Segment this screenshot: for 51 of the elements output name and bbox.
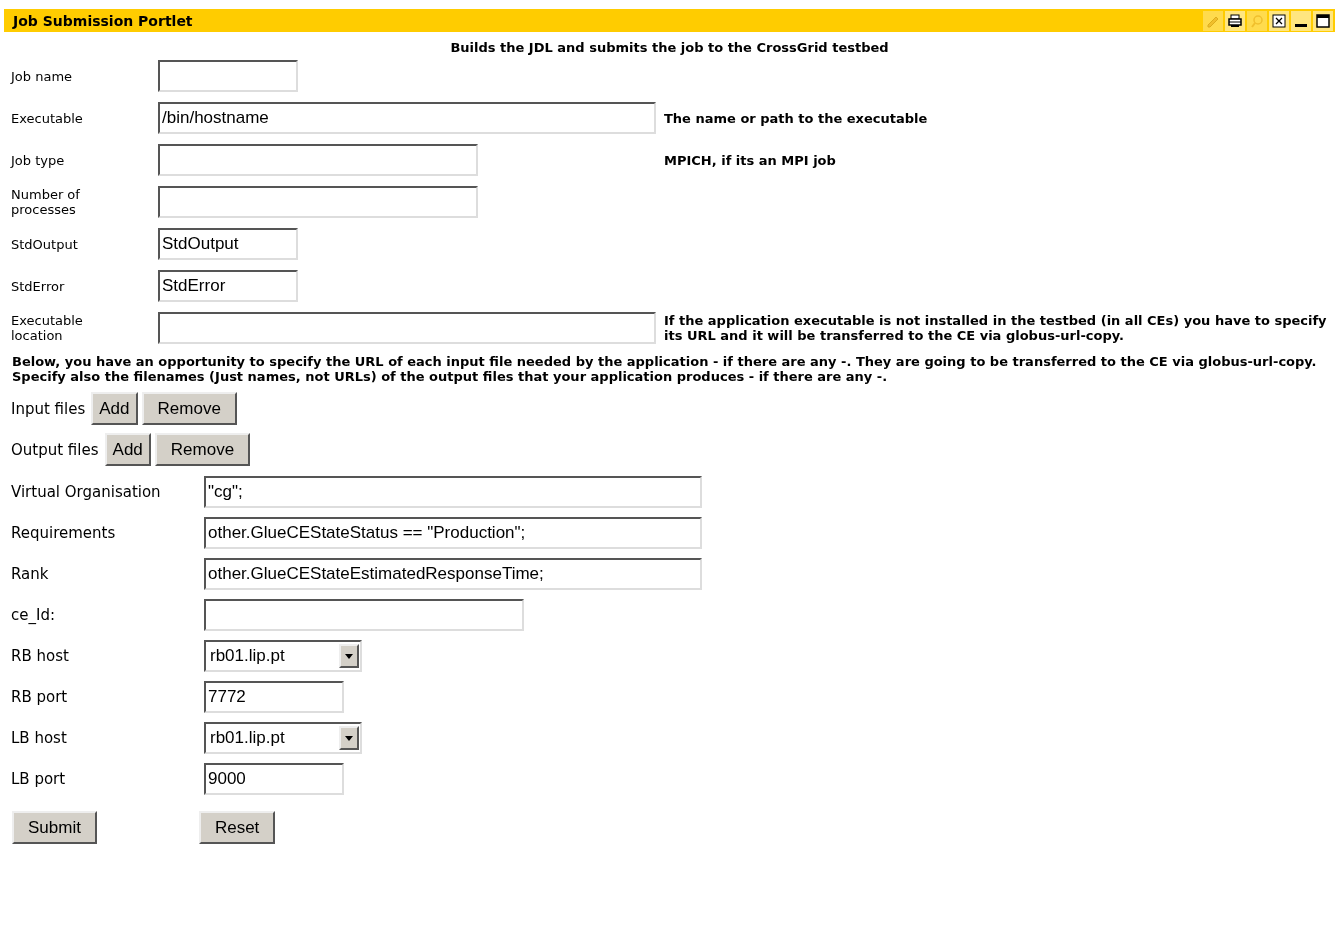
input-field[interactable]: 7772 xyxy=(204,681,344,713)
field-label: Rank xyxy=(11,565,50,583)
input-field[interactable]: other.GlueCEStateStatus == "Production"; xyxy=(204,517,702,549)
field-label: StdOutput xyxy=(11,236,79,252)
caret-icon xyxy=(345,653,353,659)
field-label: LB host xyxy=(11,729,68,747)
maximize-icon[interactable] xyxy=(1313,10,1333,31)
input-field[interactable]: StdError xyxy=(158,270,298,302)
input-field[interactable]: 9000 xyxy=(204,763,344,795)
field-label: RB port xyxy=(11,688,69,706)
submit-button[interactable]: Submit xyxy=(12,811,97,844)
input-field[interactable] xyxy=(158,186,478,218)
add-button[interactable]: Add xyxy=(104,433,151,466)
input-field[interactable]: "cg"; xyxy=(204,476,702,508)
dropdown[interactable]: rb01.lip.pt xyxy=(204,722,362,754)
close-icon[interactable] xyxy=(1269,10,1289,31)
field-label: RB host xyxy=(11,647,70,665)
reset-button[interactable]: Reset xyxy=(198,811,276,844)
input-field[interactable]: /bin/hostname xyxy=(158,102,656,134)
field-label: Output files xyxy=(11,440,99,459)
instruction-text: Below, you have an opportunity to specify the URL of each input file needed by the application - if there are any -. They are going to be transferred to the CE via globus-url-copy. xyxy=(11,354,1318,369)
field-label: Job type xyxy=(11,152,66,168)
field-hint: If the application executable is not installed in the testbed (in all CEs) you have to specify its URL and it will be transferred to the CE via globus-url-copy. xyxy=(664,313,1328,343)
minimize-icon[interactable] xyxy=(1291,10,1311,31)
caret-icon xyxy=(345,735,353,741)
field-label: Requirements xyxy=(11,524,117,542)
input-field[interactable]: StdOutput xyxy=(158,228,298,260)
field-label: StdError xyxy=(11,278,66,294)
input-field[interactable] xyxy=(158,60,298,92)
input-field[interactable] xyxy=(158,144,478,176)
print-icon[interactable] xyxy=(1225,10,1245,31)
field-label: Executable xyxy=(11,110,84,126)
field-label: ce_Id: xyxy=(11,606,56,624)
window-title: Job Submission Portlet xyxy=(13,12,193,29)
field-label: Job name xyxy=(11,68,74,84)
input-field[interactable]: other.GlueCEStateEstimatedResponseTime; xyxy=(204,558,702,590)
field-hint: MPICH, if its an MPI job xyxy=(664,152,837,168)
field-label: LB port xyxy=(11,770,67,788)
instruction-text: Specify also the filenames (Just names, not URLs) of the output files that your application produces - if there are any -. xyxy=(11,369,889,384)
field-label: Virtual Organisation xyxy=(11,483,162,501)
dropdown[interactable]: rb01.lip.pt xyxy=(204,640,362,672)
field-label: Number of processes xyxy=(11,187,81,217)
remove-button[interactable]: Remove xyxy=(154,433,251,466)
input-field[interactable] xyxy=(204,599,524,631)
field-hint: The name or path to the executable xyxy=(664,110,929,126)
remove-button[interactable]: Remove xyxy=(141,392,237,425)
input-field[interactable] xyxy=(158,312,656,344)
field-label: Input files xyxy=(11,399,86,418)
portlet-description: Builds the JDL and submits the job to the CrossGrid testbed xyxy=(449,40,890,55)
field-label: Executable location xyxy=(11,313,84,343)
add-button[interactable]: Add xyxy=(91,392,138,425)
